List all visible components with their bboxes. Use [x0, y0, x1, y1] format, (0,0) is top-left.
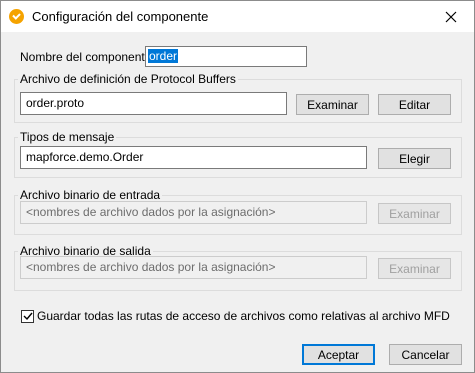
accept-button[interactable]: Aceptar — [302, 344, 375, 365]
input-binary-field[interactable]: <nombres de archivo dados por la asignac… — [20, 201, 367, 224]
choose-message-button[interactable]: Elegir — [378, 148, 451, 169]
browse-input-button[interactable]: Examinar — [378, 203, 451, 224]
component-settings-dialog: Configuración del componente Nombre del … — [0, 0, 475, 373]
relative-paths-label: Guardar todas las rutas de acceso de arc… — [37, 309, 450, 323]
edit-definition-button[interactable]: Editar — [378, 94, 451, 115]
component-name-input[interactable]: order — [145, 46, 307, 67]
definition-file-title: Archivo de definición de Protocol Buffer… — [18, 72, 238, 86]
close-icon — [445, 11, 457, 22]
message-types-input[interactable]: mapforce.demo.Order — [20, 146, 367, 169]
dialog-content: Nombre del componente: order Archivo de … — [1, 32, 474, 372]
title-bar: Configuración del componente — [1, 1, 474, 32]
mapforce-app-icon — [9, 9, 24, 24]
component-name-label: Nombre del componente: — [20, 50, 155, 64]
input-binary-title: Archivo binario de entrada — [18, 188, 163, 202]
output-binary-field[interactable]: <nombres de archivo dados por la asignac… — [20, 256, 367, 279]
component-name-value: order — [148, 49, 179, 63]
checkmark-icon — [23, 312, 33, 321]
cancel-button[interactable]: Cancelar — [389, 344, 462, 365]
relative-paths-checkbox[interactable] — [21, 309, 34, 323]
definition-file-input[interactable]: order.proto — [20, 92, 287, 115]
relative-paths-option[interactable]: Guardar todas las rutas de acceso de arc… — [21, 309, 450, 323]
browse-definition-button[interactable]: Examinar — [296, 94, 369, 115]
message-types-title: Tipos de mensaje — [18, 130, 117, 144]
browse-output-button[interactable]: Examinar — [378, 258, 451, 279]
close-button[interactable] — [428, 1, 474, 32]
dialog-title: Configuración del componente — [32, 9, 209, 24]
